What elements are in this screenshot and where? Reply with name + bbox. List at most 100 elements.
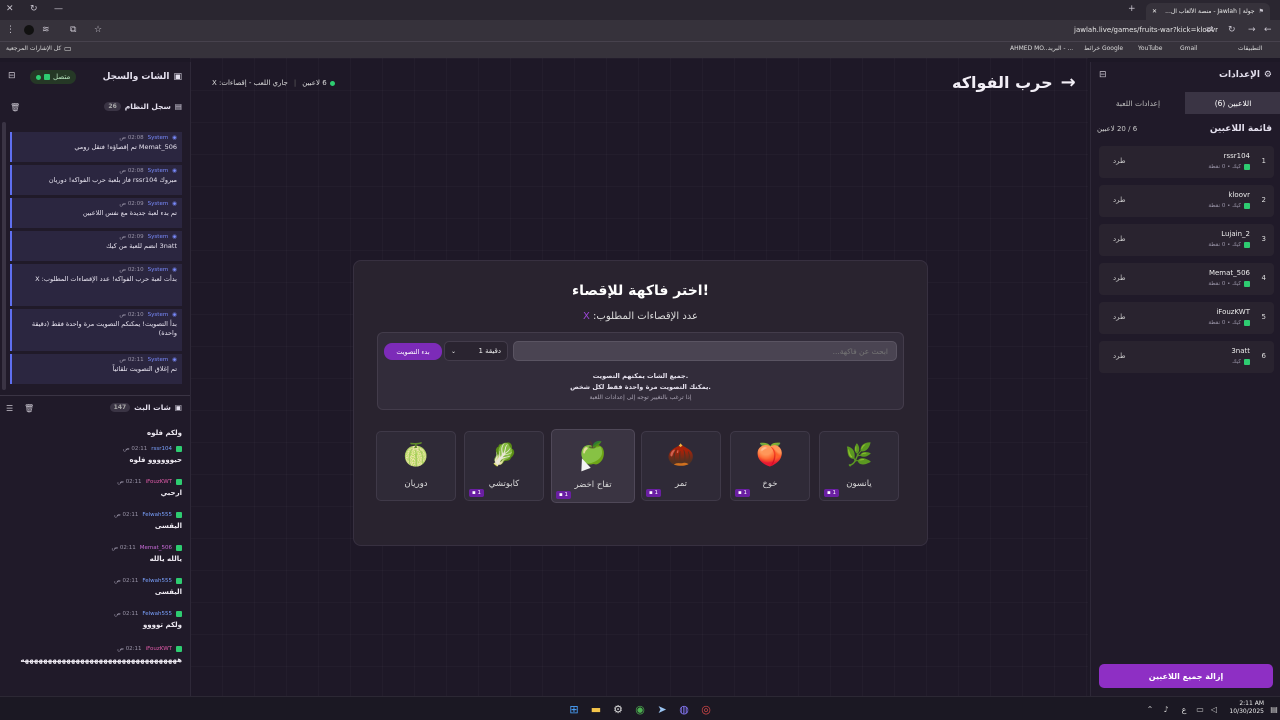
profile-avatar[interactable] <box>24 25 34 35</box>
log-message: ◉ System 02:09 ص 3natt انضم للعبة من كيك <box>10 231 182 261</box>
site-settings-icon[interactable]: ⇄ <box>1206 25 1214 35</box>
app-icon[interactable]: ◎ <box>698 701 714 717</box>
tab-jawlah[interactable]: ⚑ جولة | Jawlah - منصة الألعاب ال... ✕ <box>1146 3 1270 20</box>
clock[interactable]: 2:11 AM 10/30/2025 <box>1226 700 1264 716</box>
kick-button[interactable]: طرد <box>1113 157 1126 165</box>
remove-all-players-button[interactable]: إزالة جميع اللاعبين <box>1099 664 1273 688</box>
fruit-card-dates[interactable]: 🌰 تمر ▪ 1 <box>641 431 721 501</box>
share-icon[interactable]: ⧉ <box>70 25 76 35</box>
fruit-card-durian[interactable]: 🍈 دوريان <box>376 431 456 501</box>
kick-icon <box>176 545 182 551</box>
log-scrollbar[interactable] <box>2 122 6 390</box>
live-chat-title: شات البث <box>134 403 171 412</box>
fruit-card-anise[interactable]: 🌿 يانسون ▪ 1 <box>819 431 899 501</box>
live-chat-header[interactable]: ▣ شات البث 147 <box>109 403 182 412</box>
collapse-settings-icon[interactable]: ⊟ <box>1099 70 1107 80</box>
player-info: كيك • 0 نقطة <box>1208 320 1241 326</box>
trash-chat-icon[interactable]: 🗑 <box>24 404 34 413</box>
kick-icon <box>176 646 182 652</box>
lock-icon: ▪ <box>559 492 563 498</box>
info-icon: ◉ <box>172 135 177 141</box>
duration-value: 1 دقيقة <box>478 347 501 355</box>
steam-icon[interactable]: ➤ <box>654 701 670 717</box>
bookmark-youtube[interactable]: YouTube <box>1138 45 1162 52</box>
kick-button[interactable]: طرد <box>1113 274 1126 282</box>
gear-icon: ⚙ <box>1263 70 1272 80</box>
notifications-icon[interactable]: ▤ <box>1266 701 1280 717</box>
log-message: ◉ System 02:10 ص بدأ التصويت! يمكنكم التصوي… <box>10 309 182 351</box>
back-icon[interactable]: ← <box>1264 25 1272 35</box>
vote-badge: ▪ 1 <box>735 489 750 497</box>
filter-icon[interactable]: ☰ <box>6 404 13 413</box>
menu-dots-icon[interactable]: ⋮ <box>6 25 15 35</box>
trash-log-icon[interactable]: 🗑 <box>10 103 20 112</box>
extension-icon[interactable]: ≋ <box>42 25 50 35</box>
bookmark-gmail[interactable]: Gmail <box>1180 45 1198 52</box>
collapse-panel-icon[interactable]: ⊟ <box>8 71 16 81</box>
bookmark-mail[interactable]: البريد - ... <box>1048 45 1073 52</box>
star-icon[interactable]: ☆ <box>94 25 102 35</box>
kick-button[interactable]: طرد <box>1113 235 1126 243</box>
start-vote-button[interactable]: بدء التصويت <box>384 343 442 360</box>
file-explorer-icon[interactable]: ▬ <box>588 701 604 717</box>
kick-icon <box>1244 359 1250 365</box>
fruit-name: كابوتشي <box>488 479 520 489</box>
player-name: kloovr <box>1228 191 1250 199</box>
vote-badge: ▪ 1 <box>469 489 484 497</box>
mic-icon[interactable]: ♪ <box>1158 701 1174 717</box>
tab-players[interactable]: اللاعبين (6) <box>1185 92 1280 114</box>
settings-panel: ⚙ الإعدادات ⊟ اللاعبين (6) إعدادات اللعب… <box>1090 62 1280 696</box>
chat-message: Memat_506 02:11 ص يالله يالله <box>6 545 182 564</box>
subtitle-text: عدد الإقصاءات المطلوب: <box>593 311 699 322</box>
tab-game-settings[interactable]: إعدادات اللعبة <box>1091 92 1185 114</box>
jawlah-favicon-icon: ⚑ <box>1258 8 1264 15</box>
all-bookmarks-link[interactable]: كل الإشارات المرجعية <box>6 45 61 52</box>
reload-icon[interactable]: ↻ <box>1228 25 1236 35</box>
url-text[interactable]: jawlah.live/games/fruits-war?kick=kloovr <box>1074 26 1218 34</box>
online-dot <box>329 80 335 86</box>
status-text: متصل <box>53 73 71 81</box>
back-arrow-icon[interactable]: → <box>1061 72 1076 93</box>
bookmark-ahmed[interactable]: AHMED MO... <box>1010 45 1050 52</box>
chat-time: 02:11 ص <box>114 611 139 617</box>
chat-message: iFouzKWT 02:11 ص ههههههههههههههههههههههههه… <box>6 646 182 665</box>
chat-text: ههههههههههههههههههههههههههههههههههه <box>20 656 182 664</box>
subtitle-value: X <box>582 311 590 322</box>
player-row: 6 3natt كيك طرد <box>1099 341 1274 373</box>
log-sender: System <box>147 357 169 363</box>
fruit-card-peach[interactable]: 🍑 خوخ ▪ 1 <box>730 431 810 501</box>
chrome-icon[interactable]: ◉ <box>632 701 648 717</box>
settings-title: الإعدادات <box>1218 70 1260 80</box>
kick-button[interactable]: طرد <box>1113 313 1126 321</box>
player-number: 5 <box>1261 313 1266 321</box>
log-text: مبروك rssr104 فاز بلعبة حرب الفواكه! دور… <box>48 176 177 184</box>
system-log-header[interactable]: ▤ سجل النظام 26 <box>104 102 182 111</box>
kick-button[interactable]: طرد <box>1113 352 1126 360</box>
language-indicator[interactable]: ع <box>1176 701 1192 717</box>
settings-app-icon[interactable]: ⚙ <box>610 701 626 717</box>
player-number: 2 <box>1261 196 1266 204</box>
forward-icon[interactable]: → <box>1248 25 1256 35</box>
chat-user: iFouzKWT <box>145 646 172 652</box>
close-tab-icon[interactable]: ✕ <box>1152 8 1157 15</box>
minimize-icon[interactable]: — <box>54 4 63 14</box>
card-title: اختر فاكهة للإقصاء! <box>571 283 709 299</box>
fruit-card-cabbage[interactable]: 🥬 كابوتشي ▪ 1 <box>464 431 544 501</box>
tray-chevron-icon[interactable]: ⌃ <box>1142 701 1158 717</box>
fruit-search-input[interactable] <box>513 341 897 361</box>
fruit-card-green-apple[interactable]: 🍏 تفاح اخضر ▪ 1 <box>551 429 635 503</box>
vote-count: 1 <box>477 490 481 496</box>
windows-start-icon[interactable]: ⊞ <box>566 701 582 717</box>
discord-icon[interactable]: ◍ <box>676 701 692 717</box>
close-window-icon[interactable]: ✕ <box>6 4 14 14</box>
divider <box>0 395 190 396</box>
duration-select[interactable]: ⌄ 1 دقيقة <box>444 341 508 361</box>
kick-button[interactable]: طرد <box>1113 196 1126 204</box>
info-icon: ◉ <box>172 168 177 174</box>
bookmark-maps[interactable]: خرائط Google <box>1084 45 1123 52</box>
volume-icon[interactable]: ◁ <box>1206 701 1222 717</box>
bookmark-apps[interactable]: التطبيقات <box>1238 45 1262 52</box>
refresh-tab-icon[interactable]: ↻ <box>30 4 38 14</box>
new-tab-icon[interactable]: + <box>1128 4 1136 14</box>
log-text: بدأ التصويت! يمكنكم التصويت مرة واحدة فق… <box>31 320 177 337</box>
